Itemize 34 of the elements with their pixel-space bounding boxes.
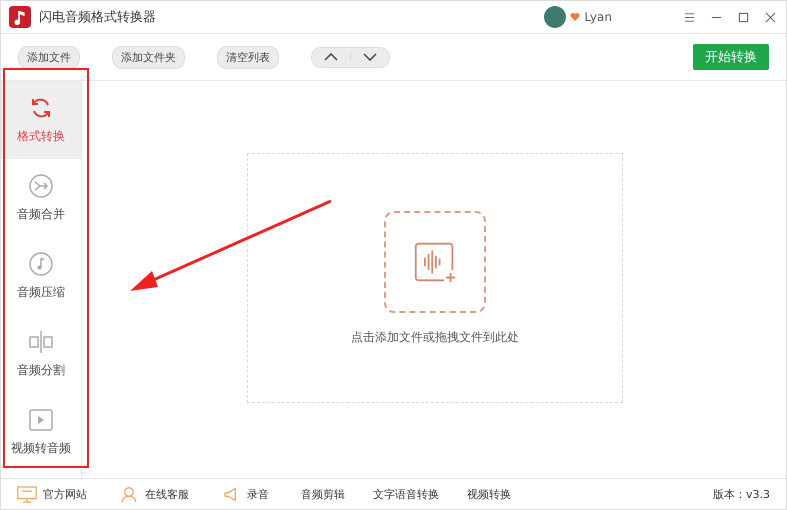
version-label: 版本：v3.3: [712, 486, 770, 502]
footer-link[interactable]: 音频剪辑: [301, 486, 345, 502]
merge-icon: [29, 174, 53, 198]
person-icon: [119, 486, 139, 502]
user-avatar[interactable]: [544, 6, 566, 28]
add-audio-button[interactable]: [384, 211, 486, 313]
toolbar-button[interactable]: 清空列表: [217, 46, 279, 68]
split-icon: [29, 330, 53, 354]
app-logo-icon: [9, 6, 31, 28]
footer-link[interactable]: 文字语音转换: [373, 486, 439, 502]
audio-add-icon: [413, 240, 457, 284]
sidebar-item[interactable]: 音频合并: [1, 159, 81, 237]
sidebar-item[interactable]: 格式转换: [1, 81, 81, 159]
maximize-icon[interactable]: [738, 12, 749, 22]
sidebar-item[interactable]: 音频分割: [1, 315, 81, 393]
footer-link[interactable]: 视频转换: [467, 486, 511, 502]
refresh-icon: [29, 96, 53, 120]
window-title: 闪电音频格式转换器: [39, 9, 156, 26]
footer-link[interactable]: 在线客服: [145, 486, 189, 502]
sidebar-item[interactable]: 音频压缩: [1, 237, 81, 315]
drop-hint: 点击添加文件或拖拽文件到此处: [351, 329, 519, 346]
monitor-icon: [17, 486, 37, 502]
play-icon: [29, 408, 53, 432]
drop-zone[interactable]: 点击添加文件或拖拽文件到此处: [247, 153, 623, 403]
vip-heart-icon: [570, 12, 580, 22]
footer-link[interactable]: 官方网站: [43, 486, 87, 502]
user-name[interactable]: Lyan: [584, 10, 612, 24]
close-icon[interactable]: [765, 12, 776, 22]
menu-icon[interactable]: [684, 12, 695, 22]
footer-link[interactable]: 录音: [247, 486, 269, 502]
toolbar-button[interactable]: 添加文件: [18, 46, 80, 68]
sidebar-item[interactable]: 视频转音频: [1, 393, 81, 471]
music-note-icon: [29, 252, 53, 276]
toolbar-button[interactable]: 添加文件夹: [112, 46, 185, 68]
